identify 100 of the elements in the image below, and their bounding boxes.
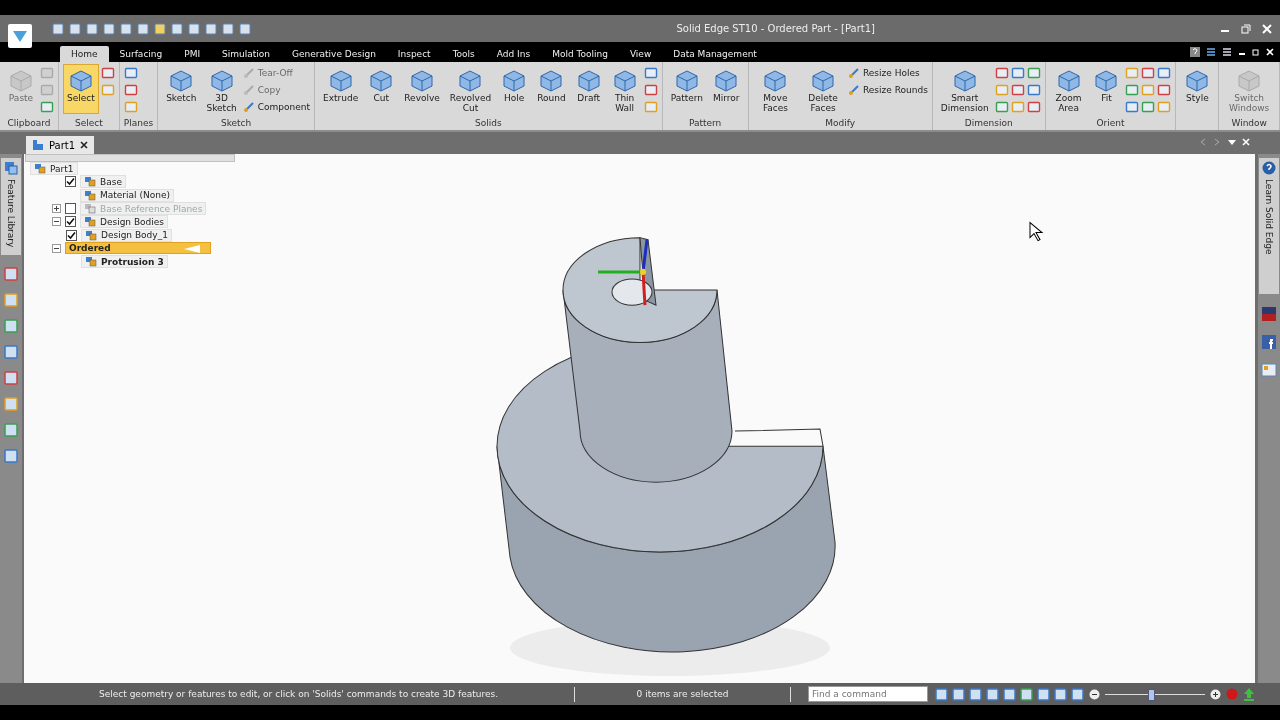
ribbon-button[interactable]: Delete Faces bbox=[800, 64, 846, 116]
list-icon[interactable] bbox=[1206, 47, 1216, 57]
ribbon-tab[interactable]: PMI bbox=[173, 46, 212, 62]
tree-item[interactable]: Design Body_1 bbox=[81, 228, 172, 242]
side-panel-tab[interactable]: Feature Library bbox=[1, 158, 21, 256]
command-search-field[interactable]: Find a command bbox=[808, 686, 928, 702]
restore-icon[interactable] bbox=[1252, 48, 1260, 56]
toolbar-icon[interactable] bbox=[171, 22, 183, 35]
toolbar-icon[interactable] bbox=[52, 22, 64, 35]
ribbon-tab[interactable]: Home bbox=[60, 46, 109, 62]
zoom-in-icon[interactable] bbox=[1210, 688, 1221, 700]
ribbon-tab[interactable]: Simulation bbox=[211, 46, 282, 62]
ribbon-tab[interactable]: Surfacing bbox=[108, 46, 174, 62]
expand-toggle[interactable] bbox=[52, 217, 61, 227]
panel-icon[interactable] bbox=[4, 423, 18, 438]
ribbon-button[interactable]: Style bbox=[1180, 64, 1215, 114]
view-tool-icon[interactable] bbox=[969, 687, 982, 701]
ribbon-button[interactable]: Cut bbox=[364, 64, 399, 114]
ribbon-button[interactable]: Move Faces bbox=[752, 64, 799, 116]
expand-toggle[interactable] bbox=[52, 243, 61, 253]
tool-icon[interactable] bbox=[994, 66, 1009, 80]
tool-icon[interactable] bbox=[994, 100, 1009, 114]
tool-icon[interactable] bbox=[1026, 66, 1041, 80]
ribbon-button[interactable]: Component bbox=[242, 100, 311, 114]
zoom-slider[interactable] bbox=[1105, 688, 1205, 700]
zoom-out-icon[interactable] bbox=[1089, 688, 1100, 700]
tool-icon[interactable] bbox=[123, 66, 138, 80]
toolbar-icon[interactable] bbox=[137, 22, 149, 35]
ribbon-button[interactable]: Thin Wall bbox=[607, 64, 642, 116]
tool-icon[interactable] bbox=[40, 100, 54, 114]
ribbon-button[interactable]: Extrude bbox=[319, 64, 363, 114]
tool-icon[interactable] bbox=[1026, 100, 1041, 114]
toolbar-icon[interactable] bbox=[86, 22, 98, 35]
tool-icon[interactable] bbox=[643, 83, 658, 97]
view-tool-icon[interactable] bbox=[1037, 687, 1050, 701]
toolbar-icon[interactable] bbox=[205, 22, 217, 35]
toolbar-icon[interactable] bbox=[188, 22, 200, 35]
panel-resize-handle[interactable] bbox=[25, 154, 235, 162]
panel-icon[interactable] bbox=[4, 293, 18, 308]
toolbar-icon[interactable] bbox=[222, 22, 234, 35]
tool-icon[interactable] bbox=[100, 66, 115, 80]
panel-icon[interactable] bbox=[4, 397, 18, 412]
end-marker-icon[interactable] bbox=[184, 245, 200, 254]
video-icon[interactable] bbox=[1261, 306, 1277, 323]
tool-icon[interactable] bbox=[1141, 100, 1156, 114]
tool-icon[interactable] bbox=[123, 83, 138, 97]
side-panel-tab[interactable]: Learn Solid Edge bbox=[1259, 158, 1279, 295]
tool-icon[interactable] bbox=[1141, 66, 1156, 80]
tree-item[interactable]: Protrusion 3 bbox=[81, 255, 168, 269]
social-icon[interactable] bbox=[1261, 334, 1277, 351]
tool-icon[interactable] bbox=[1026, 83, 1041, 97]
ribbon-button[interactable]: Resize Rounds bbox=[848, 83, 928, 97]
ribbon-tab[interactable]: Add Ins bbox=[485, 46, 542, 62]
ribbon-button[interactable]: Resize Holes bbox=[848, 66, 928, 80]
help-icon[interactable] bbox=[1190, 47, 1200, 57]
panel-icon[interactable] bbox=[4, 371, 18, 386]
app-logo-icon[interactable] bbox=[8, 23, 32, 48]
tree-item[interactable]: Design Bodies bbox=[80, 215, 169, 229]
ribbon-tab[interactable]: Mold Tooling bbox=[541, 46, 619, 62]
ribbon-button[interactable]: Pattern bbox=[666, 64, 707, 114]
toolbar-icon[interactable] bbox=[239, 22, 251, 35]
view-tool-icon[interactable] bbox=[952, 687, 965, 701]
ribbon-button[interactable]: Select bbox=[63, 64, 99, 114]
view-tool-icon[interactable] bbox=[1003, 687, 1016, 701]
tool-icon[interactable] bbox=[1125, 100, 1140, 114]
panel-icon[interactable] bbox=[4, 345, 18, 360]
ribbon-tab[interactable]: Generative Design bbox=[281, 46, 387, 62]
checkbox[interactable] bbox=[66, 229, 77, 241]
ribbon-button[interactable]: Revolve bbox=[400, 64, 444, 114]
upload-icon[interactable] bbox=[1243, 687, 1255, 701]
view-tool-icon[interactable] bbox=[986, 687, 999, 701]
tree-item[interactable]: Ordered bbox=[65, 242, 211, 255]
ribbon-button[interactable]: Zoom Area bbox=[1049, 64, 1088, 116]
view-tool-icon[interactable] bbox=[1054, 687, 1067, 701]
newsletter-icon[interactable] bbox=[1261, 362, 1277, 379]
tool-icon[interactable] bbox=[1010, 66, 1025, 80]
panel-icon[interactable] bbox=[4, 267, 18, 282]
toolbar-icon[interactable] bbox=[103, 22, 115, 35]
ribbon-tab[interactable]: View bbox=[618, 46, 663, 62]
view-tool-icon[interactable] bbox=[1071, 687, 1084, 701]
ribbon-button[interactable]: Mirror bbox=[709, 64, 744, 114]
ribbon-button[interactable]: 3D Sketch bbox=[202, 64, 241, 116]
ribbon-button[interactable]: Hole bbox=[497, 64, 532, 114]
ribbon-button[interactable]: Sketch bbox=[162, 64, 201, 114]
ribbon-tab[interactable]: Inspect bbox=[386, 46, 442, 62]
toolbar-icon[interactable] bbox=[120, 22, 132, 35]
tree-item[interactable]: Base bbox=[80, 175, 126, 189]
ribbon-button[interactable]: Draft bbox=[571, 64, 606, 114]
panel-icon[interactable] bbox=[4, 319, 18, 334]
tool-icon[interactable] bbox=[1157, 66, 1172, 80]
tool-icon[interactable] bbox=[643, 66, 658, 80]
toolbar-icon[interactable] bbox=[154, 22, 166, 35]
checkbox[interactable] bbox=[65, 216, 76, 228]
ribbon-button[interactable]: Revolved Cut bbox=[445, 64, 496, 116]
document-tab[interactable]: Part1 bbox=[26, 136, 95, 154]
ribbon-button[interactable]: Round bbox=[533, 64, 570, 114]
panel-icon[interactable] bbox=[4, 449, 18, 464]
view-tool-icon[interactable] bbox=[935, 687, 948, 701]
view-tool-icon[interactable] bbox=[1020, 687, 1033, 701]
ribbon-tab[interactable]: Data Management bbox=[662, 46, 768, 62]
